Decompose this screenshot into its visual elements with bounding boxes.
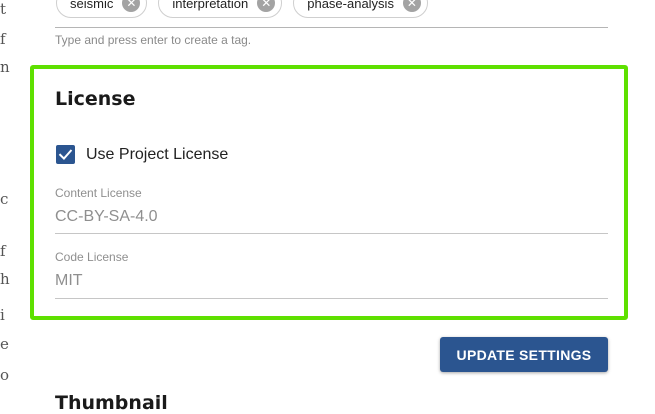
tag-chip-label: seismic (70, 0, 114, 11)
close-icon[interactable]: ✕ (122, 0, 141, 12)
close-icon[interactable]: ✕ (257, 0, 276, 12)
tags-input[interactable]: seismic ✕ interpretation ✕ phase-analysi… (56, 0, 428, 18)
checkmark-icon (58, 149, 73, 161)
thumbnail-title: Thumbnail (55, 392, 168, 414)
content-license-label: Content License (55, 186, 142, 200)
code-license-underline (55, 298, 608, 299)
tag-chip-label: interpretation (172, 0, 249, 11)
tag-chip: seismic ✕ (56, 0, 148, 18)
code-license-field[interactable]: MIT (55, 272, 83, 290)
bg-fragment: t (0, 0, 7, 18)
tags-hint: Type and press enter to create a tag. (55, 33, 252, 47)
tag-chip-label: phase-analysis (307, 0, 394, 11)
bg-fragment: f (0, 30, 6, 48)
content-license-underline (55, 233, 608, 234)
use-project-license-checkbox[interactable]: Use Project License (56, 145, 228, 164)
bg-fragment: e (0, 335, 9, 353)
bg-fragment: c (0, 190, 9, 208)
checkbox-checked-icon[interactable] (56, 145, 75, 164)
bg-fragment: i (0, 306, 5, 324)
code-license-label: Code License (55, 250, 129, 264)
bg-fragment: o (0, 366, 10, 384)
license-title: License (55, 88, 136, 110)
tags-input-underline (55, 27, 608, 28)
use-project-license-label: Use Project License (86, 145, 229, 163)
bg-fragment: f (0, 242, 6, 260)
bg-fragment: n (0, 58, 10, 76)
close-icon[interactable]: ✕ (402, 0, 421, 12)
bg-fragment: h (0, 270, 10, 288)
license-section: License Use Project License Content Lice… (30, 65, 628, 320)
tag-chip: interpretation ✕ (158, 0, 283, 18)
content-license-field[interactable]: CC-BY-SA-4.0 (55, 208, 158, 226)
background-page-text: t f n c f h i e o (0, 0, 30, 413)
tag-chip: phase-analysis ✕ (293, 0, 428, 18)
update-settings-button[interactable]: UPDATE SETTINGS (440, 337, 608, 372)
